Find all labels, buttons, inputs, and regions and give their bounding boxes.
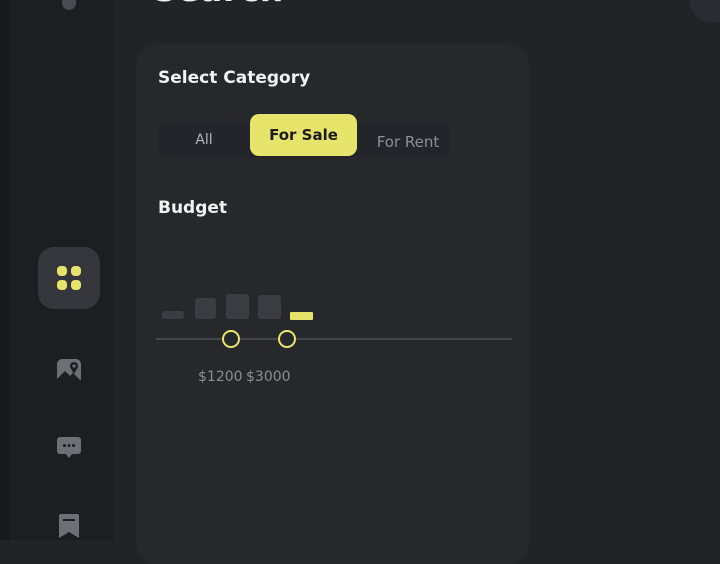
budget-max-label: $3000 [246, 369, 291, 385]
map-pin-icon [57, 359, 81, 383]
chat-bubble-icon [57, 437, 81, 458]
budget-min-handle[interactable] [222, 330, 240, 348]
sidebar-item-dashboard[interactable] [38, 247, 100, 309]
bookmark-icon [59, 514, 79, 538]
budget-min-label: $1200 [198, 369, 243, 385]
budget-max-handle[interactable] [278, 330, 296, 348]
budget-slider-track[interactable] [156, 338, 512, 340]
sidebar [10, 0, 114, 540]
sidebar-item-messages[interactable] [48, 427, 90, 469]
category-option-for-rent[interactable]: For Rent [363, 125, 453, 158]
histogram-bar [195, 298, 216, 319]
window-edge [0, 0, 10, 540]
filter-panel: Select Category All For Sale For Rent Bu… [136, 44, 529, 564]
histogram-bar-selected [290, 312, 313, 320]
page-title: Search [153, 0, 284, 9]
histogram-bar [226, 294, 249, 319]
histogram-bar [258, 295, 281, 319]
category-title: Select Category [158, 68, 311, 88]
sidebar-item-saved[interactable] [48, 505, 90, 547]
grid-icon [57, 266, 81, 290]
profile-icon[interactable] [62, 0, 76, 10]
category-option-all[interactable]: All [158, 122, 250, 158]
category-selector: All For Sale For Rent [158, 114, 453, 158]
category-option-for-sale[interactable]: For Sale [250, 114, 357, 156]
sidebar-item-map[interactable] [48, 350, 90, 392]
histogram-bar [162, 311, 184, 319]
budget-title: Budget [158, 198, 228, 218]
header-action-button[interactable] [690, 0, 720, 22]
